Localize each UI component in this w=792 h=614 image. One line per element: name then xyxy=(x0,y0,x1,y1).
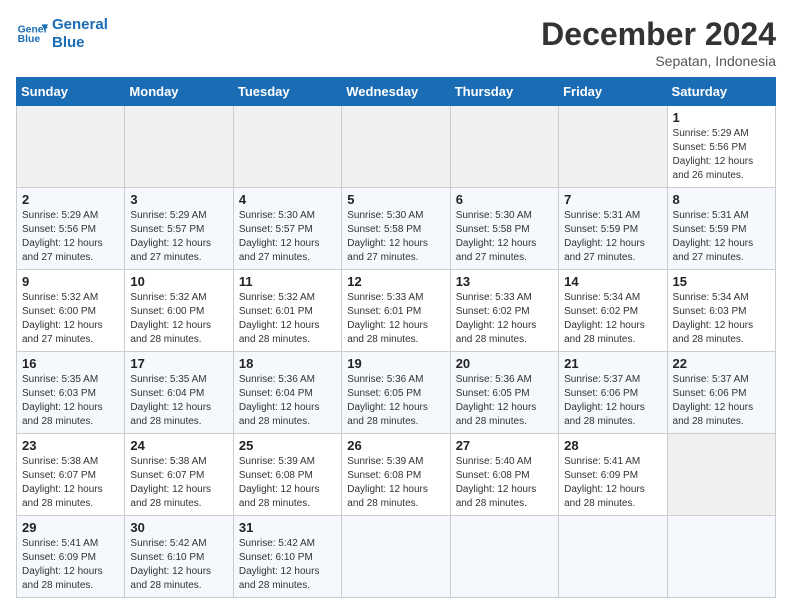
calendar-day-9: 9Sunrise: 5:32 AMSunset: 6:00 PMDaylight… xyxy=(17,270,125,352)
calendar-day-27: 27Sunrise: 5:40 AMSunset: 6:08 PMDayligh… xyxy=(450,434,558,516)
calendar-week-6: 29Sunrise: 5:41 AMSunset: 6:09 PMDayligh… xyxy=(17,516,776,598)
calendar-day-19: 19Sunrise: 5:36 AMSunset: 6:05 PMDayligh… xyxy=(342,352,450,434)
calendar-table: SundayMondayTuesdayWednesdayThursdayFrid… xyxy=(16,77,776,598)
calendar-day-17: 17Sunrise: 5:35 AMSunset: 6:04 PMDayligh… xyxy=(125,352,233,434)
calendar-day-26: 26Sunrise: 5:39 AMSunset: 6:08 PMDayligh… xyxy=(342,434,450,516)
calendar-day-22: 22Sunrise: 5:37 AMSunset: 6:06 PMDayligh… xyxy=(667,352,775,434)
calendar-week-1: 1Sunrise: 5:29 AMSunset: 5:56 PMDaylight… xyxy=(17,106,776,188)
header-row: SundayMondayTuesdayWednesdayThursdayFrid… xyxy=(17,78,776,106)
calendar-day-4: 4Sunrise: 5:30 AMSunset: 5:57 PMDaylight… xyxy=(233,188,341,270)
calendar-day-12: 12Sunrise: 5:33 AMSunset: 6:01 PMDayligh… xyxy=(342,270,450,352)
page-header: General Blue General Blue December 2024 … xyxy=(16,16,776,69)
empty-cell xyxy=(450,516,558,598)
svg-text:Blue: Blue xyxy=(18,34,41,45)
calendar-day-13: 13Sunrise: 5:33 AMSunset: 6:02 PMDayligh… xyxy=(450,270,558,352)
calendar-day-16: 16Sunrise: 5:35 AMSunset: 6:03 PMDayligh… xyxy=(17,352,125,434)
calendar-day-5: 5Sunrise: 5:30 AMSunset: 5:58 PMDaylight… xyxy=(342,188,450,270)
day-header-sunday: Sunday xyxy=(17,78,125,106)
calendar-day-24: 24Sunrise: 5:38 AMSunset: 6:07 PMDayligh… xyxy=(125,434,233,516)
calendar-day-29: 29Sunrise: 5:41 AMSunset: 6:09 PMDayligh… xyxy=(17,516,125,598)
calendar-day-14: 14Sunrise: 5:34 AMSunset: 6:02 PMDayligh… xyxy=(559,270,667,352)
empty-cell xyxy=(559,516,667,598)
calendar-day-21: 21Sunrise: 5:37 AMSunset: 6:06 PMDayligh… xyxy=(559,352,667,434)
calendar-day-28: 28Sunrise: 5:41 AMSunset: 6:09 PMDayligh… xyxy=(559,434,667,516)
calendar-day-11: 11Sunrise: 5:32 AMSunset: 6:01 PMDayligh… xyxy=(233,270,341,352)
calendar-day-6: 6Sunrise: 5:30 AMSunset: 5:58 PMDaylight… xyxy=(450,188,558,270)
empty-cell xyxy=(559,106,667,188)
title-block: December 2024 Sepatan, Indonesia xyxy=(541,16,776,69)
empty-cell xyxy=(342,106,450,188)
calendar-day-20: 20Sunrise: 5:36 AMSunset: 6:05 PMDayligh… xyxy=(450,352,558,434)
empty-cell xyxy=(342,516,450,598)
calendar-week-5: 23Sunrise: 5:38 AMSunset: 6:07 PMDayligh… xyxy=(17,434,776,516)
day-header-friday: Friday xyxy=(559,78,667,106)
calendar-day-7: 7Sunrise: 5:31 AMSunset: 5:59 PMDaylight… xyxy=(559,188,667,270)
month-title: December 2024 xyxy=(541,16,776,53)
calendar-day-15: 15Sunrise: 5:34 AMSunset: 6:03 PMDayligh… xyxy=(667,270,775,352)
empty-cell xyxy=(17,106,125,188)
calendar-day-3: 3Sunrise: 5:29 AMSunset: 5:57 PMDaylight… xyxy=(125,188,233,270)
calendar-week-3: 9Sunrise: 5:32 AMSunset: 6:00 PMDaylight… xyxy=(17,270,776,352)
calendar-week-4: 16Sunrise: 5:35 AMSunset: 6:03 PMDayligh… xyxy=(17,352,776,434)
empty-cell xyxy=(667,516,775,598)
empty-cell xyxy=(667,434,775,516)
calendar-day-25: 25Sunrise: 5:39 AMSunset: 6:08 PMDayligh… xyxy=(233,434,341,516)
day-header-saturday: Saturday xyxy=(667,78,775,106)
calendar-day-18: 18Sunrise: 5:36 AMSunset: 6:04 PMDayligh… xyxy=(233,352,341,434)
calendar-day-2: 2Sunrise: 5:29 AMSunset: 5:56 PMDaylight… xyxy=(17,188,125,270)
day-header-monday: Monday xyxy=(125,78,233,106)
logo-icon: General Blue xyxy=(16,18,48,50)
calendar-day-30: 30Sunrise: 5:42 AMSunset: 6:10 PMDayligh… xyxy=(125,516,233,598)
calendar-day-23: 23Sunrise: 5:38 AMSunset: 6:07 PMDayligh… xyxy=(17,434,125,516)
location-subtitle: Sepatan, Indonesia xyxy=(541,53,776,69)
empty-cell xyxy=(233,106,341,188)
calendar-day-10: 10Sunrise: 5:32 AMSunset: 6:00 PMDayligh… xyxy=(125,270,233,352)
day-header-tuesday: Tuesday xyxy=(233,78,341,106)
logo-line2: Blue xyxy=(52,34,108,52)
empty-cell xyxy=(125,106,233,188)
calendar-day-8: 8Sunrise: 5:31 AMSunset: 5:59 PMDaylight… xyxy=(667,188,775,270)
calendar-week-2: 2Sunrise: 5:29 AMSunset: 5:56 PMDaylight… xyxy=(17,188,776,270)
day-header-thursday: Thursday xyxy=(450,78,558,106)
calendar-day-31: 31Sunrise: 5:42 AMSunset: 6:10 PMDayligh… xyxy=(233,516,341,598)
logo-line1: General xyxy=(52,16,108,34)
day-header-wednesday: Wednesday xyxy=(342,78,450,106)
logo: General Blue General Blue xyxy=(16,16,108,52)
calendar-day-1: 1Sunrise: 5:29 AMSunset: 5:56 PMDaylight… xyxy=(667,106,775,188)
empty-cell xyxy=(450,106,558,188)
